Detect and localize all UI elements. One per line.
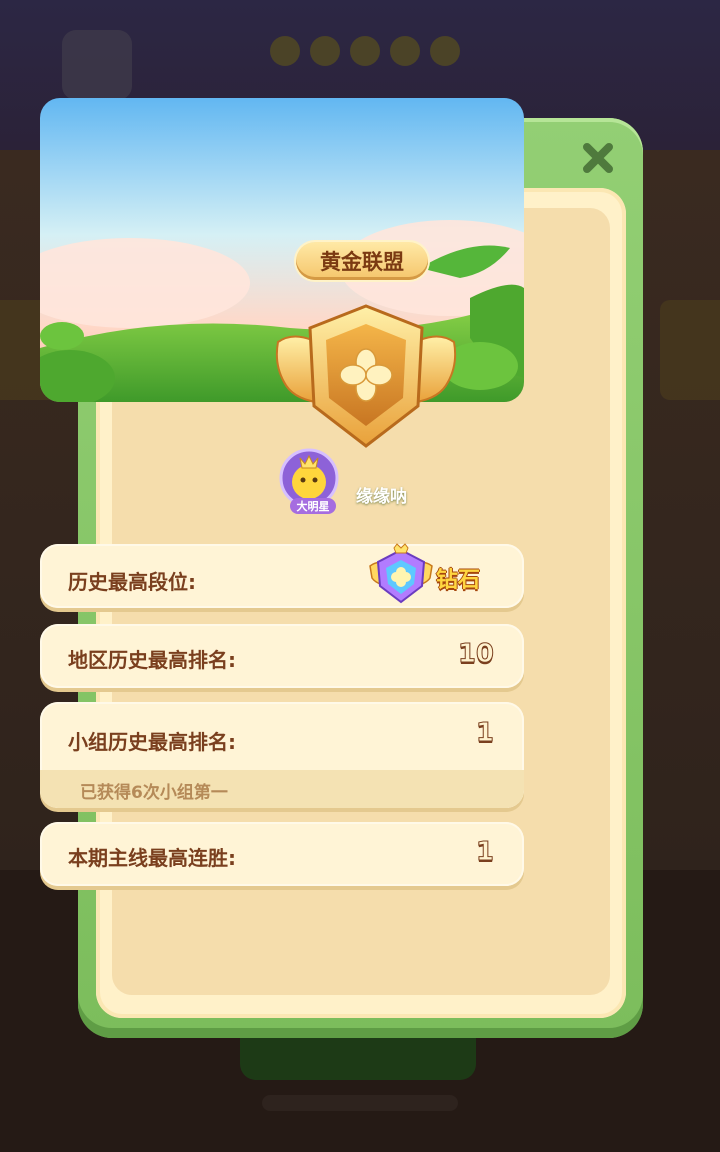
stat-label: 地区历史最高排名: <box>68 648 236 672</box>
stat-row-win-streak: 本期主线最高连胜: 1 <box>40 822 524 886</box>
region-rank-value: 10 <box>457 639 494 670</box>
diamond-rank-icon <box>369 543 433 604</box>
background-side-panel <box>660 300 720 400</box>
highest-rank-value: 钻石 <box>436 568 481 593</box>
stat-row-group-rank: 小组历史最高排名: 1 已获得6次小组第一 <box>40 702 524 808</box>
gold-clover-shield-icon <box>275 304 457 448</box>
stat-label: 本期主线最高连胜: <box>68 846 236 870</box>
win-streak-value: 1 <box>475 837 494 868</box>
group-rank-note-bar: 已获得6次小组第一 <box>40 770 524 808</box>
close-x-icon <box>583 143 613 173</box>
player-name: 缘缘呐 <box>356 487 407 507</box>
league-name-pill: 黄金联盟 <box>296 242 428 280</box>
avatar-title-badge: 大明星 <box>290 498 336 514</box>
stat-row-region-rank: 地区历史最高排名: 10 <box>40 624 524 688</box>
background-bar <box>262 1095 458 1111</box>
close-button[interactable] <box>576 136 620 180</box>
background-avatar <box>62 30 132 100</box>
group-rank-value: 1 <box>475 718 494 749</box>
group-first-count-note: 已获得6次小组第一 <box>80 783 228 803</box>
stat-label: 历史最高段位: <box>68 570 196 594</box>
stat-row-highest-rank: 历史最高段位: 钻石 <box>40 543 524 608</box>
background-stars <box>270 36 500 68</box>
stat-label: 小组历史最高排名: <box>68 730 236 754</box>
